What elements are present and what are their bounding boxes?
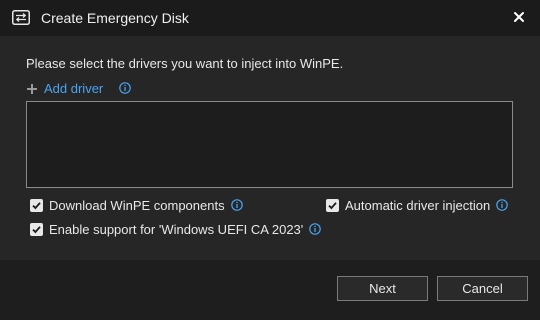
uefi-ca-label: Enable support for 'Windows UEFI CA 2023… [49, 221, 304, 237]
cancel-button[interactable]: Cancel [437, 276, 528, 301]
add-driver-button[interactable]: Add driver [26, 80, 103, 96]
plus-icon [26, 82, 38, 94]
title-bar: Create Emergency Disk [0, 0, 540, 36]
option-download-winpe: Download WinPE components [30, 197, 243, 213]
option-uefi-ca: Enable support for 'Windows UEFI CA 2023… [30, 221, 322, 237]
instruction-text: Please select the drivers you want to in… [26, 56, 344, 71]
dialog-content: Please select the drivers you want to in… [0, 36, 540, 260]
auto-injection-checkbox[interactable] [326, 198, 339, 212]
download-winpe-label: Download WinPE components [49, 197, 225, 213]
dialog-footer: Next Cancel [0, 260, 540, 320]
uefi-ca-info-icon[interactable] [309, 223, 322, 235]
transfer-arrows-icon [12, 10, 30, 25]
auto-injection-label: Automatic driver injection [345, 197, 491, 213]
download-winpe-info-icon[interactable] [230, 199, 243, 211]
close-icon[interactable] [512, 10, 526, 24]
window-title: Create Emergency Disk [41, 10, 189, 26]
add-driver-label: Add driver [44, 80, 104, 96]
uefi-ca-checkbox[interactable] [30, 222, 43, 236]
auto-injection-info-icon[interactable] [496, 199, 509, 211]
next-button[interactable]: Next [337, 276, 428, 301]
add-driver-info-icon[interactable] [119, 81, 131, 94]
driver-list[interactable] [26, 101, 513, 188]
option-auto-injection: Automatic driver injection [326, 197, 509, 213]
download-winpe-checkbox[interactable] [30, 198, 43, 212]
